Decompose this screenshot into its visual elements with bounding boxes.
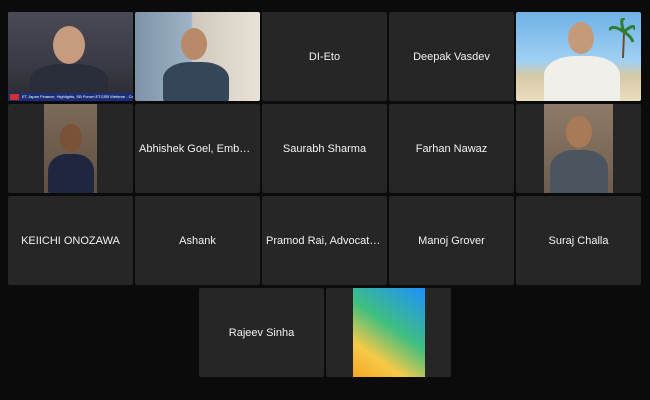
gradient-wallpaper xyxy=(353,288,425,377)
participant-tile-video-3[interactable] xyxy=(516,12,641,101)
palm-tree-icon xyxy=(609,18,635,58)
participant-tile-di-eto[interactable]: DI-Eto xyxy=(262,12,387,101)
participant-tile-rajeev-sinha[interactable]: Rajeev Sinha xyxy=(199,288,324,377)
participant-name: KEIICHI ONOZAWA xyxy=(21,234,120,247)
participant-name: Ashank xyxy=(179,234,216,247)
participant-tile-screen[interactable] xyxy=(326,288,451,377)
participant-tile-saurabh-sharma[interactable]: Saurabh Sharma xyxy=(262,104,387,193)
participant-name: Pramod Rai, Advocate (In... xyxy=(266,234,383,247)
participant-name: Rajeev Sinha xyxy=(228,326,295,339)
participant-name: Manoj Grover xyxy=(418,234,485,247)
participant-tile-video-4[interactable] xyxy=(8,104,133,193)
participant-video xyxy=(135,12,260,101)
participant-tile-manoj-grover[interactable]: Manoj Grover xyxy=(389,196,514,285)
participant-video xyxy=(44,104,97,193)
participant-tile-video-1[interactable]: ET Japan Finance, Highlights, SB Forum E… xyxy=(8,12,133,101)
news-ticker: ET Japan Finance, Highlights, SB Forum E… xyxy=(8,93,133,101)
participant-name: Abhishek Goel, Embassy... xyxy=(139,142,256,155)
participant-video xyxy=(544,104,613,193)
participant-tile-abhishek-goel[interactable]: Abhishek Goel, Embassy... xyxy=(135,104,260,193)
participant-tile-pramod-rai[interactable]: Pramod Rai, Advocate (In... xyxy=(262,196,387,285)
participant-tile-keiichi-onozawa[interactable]: KEIICHI ONOZAWA xyxy=(8,196,133,285)
participant-name: Deepak Vasdev xyxy=(413,50,490,63)
participant-name: Saurabh Sharma xyxy=(282,142,367,155)
participant-tile-suraj-challa[interactable]: Suraj Challa xyxy=(516,196,641,285)
participant-tile-farhan-nawaz[interactable]: Farhan Nawaz xyxy=(389,104,514,193)
participant-name: Farhan Nawaz xyxy=(415,142,488,155)
participant-video xyxy=(516,12,641,101)
participant-name: Suraj Challa xyxy=(548,234,609,247)
participant-video xyxy=(8,12,133,101)
participant-tile-ashank[interactable]: Ashank xyxy=(135,196,260,285)
participant-name: DI-Eto xyxy=(308,50,341,63)
participant-tile-video-5[interactable] xyxy=(516,104,641,193)
participant-tile-deepak-vasdev[interactable]: Deepak Vasdev xyxy=(389,12,514,101)
participant-tile-video-2[interactable] xyxy=(135,12,260,101)
